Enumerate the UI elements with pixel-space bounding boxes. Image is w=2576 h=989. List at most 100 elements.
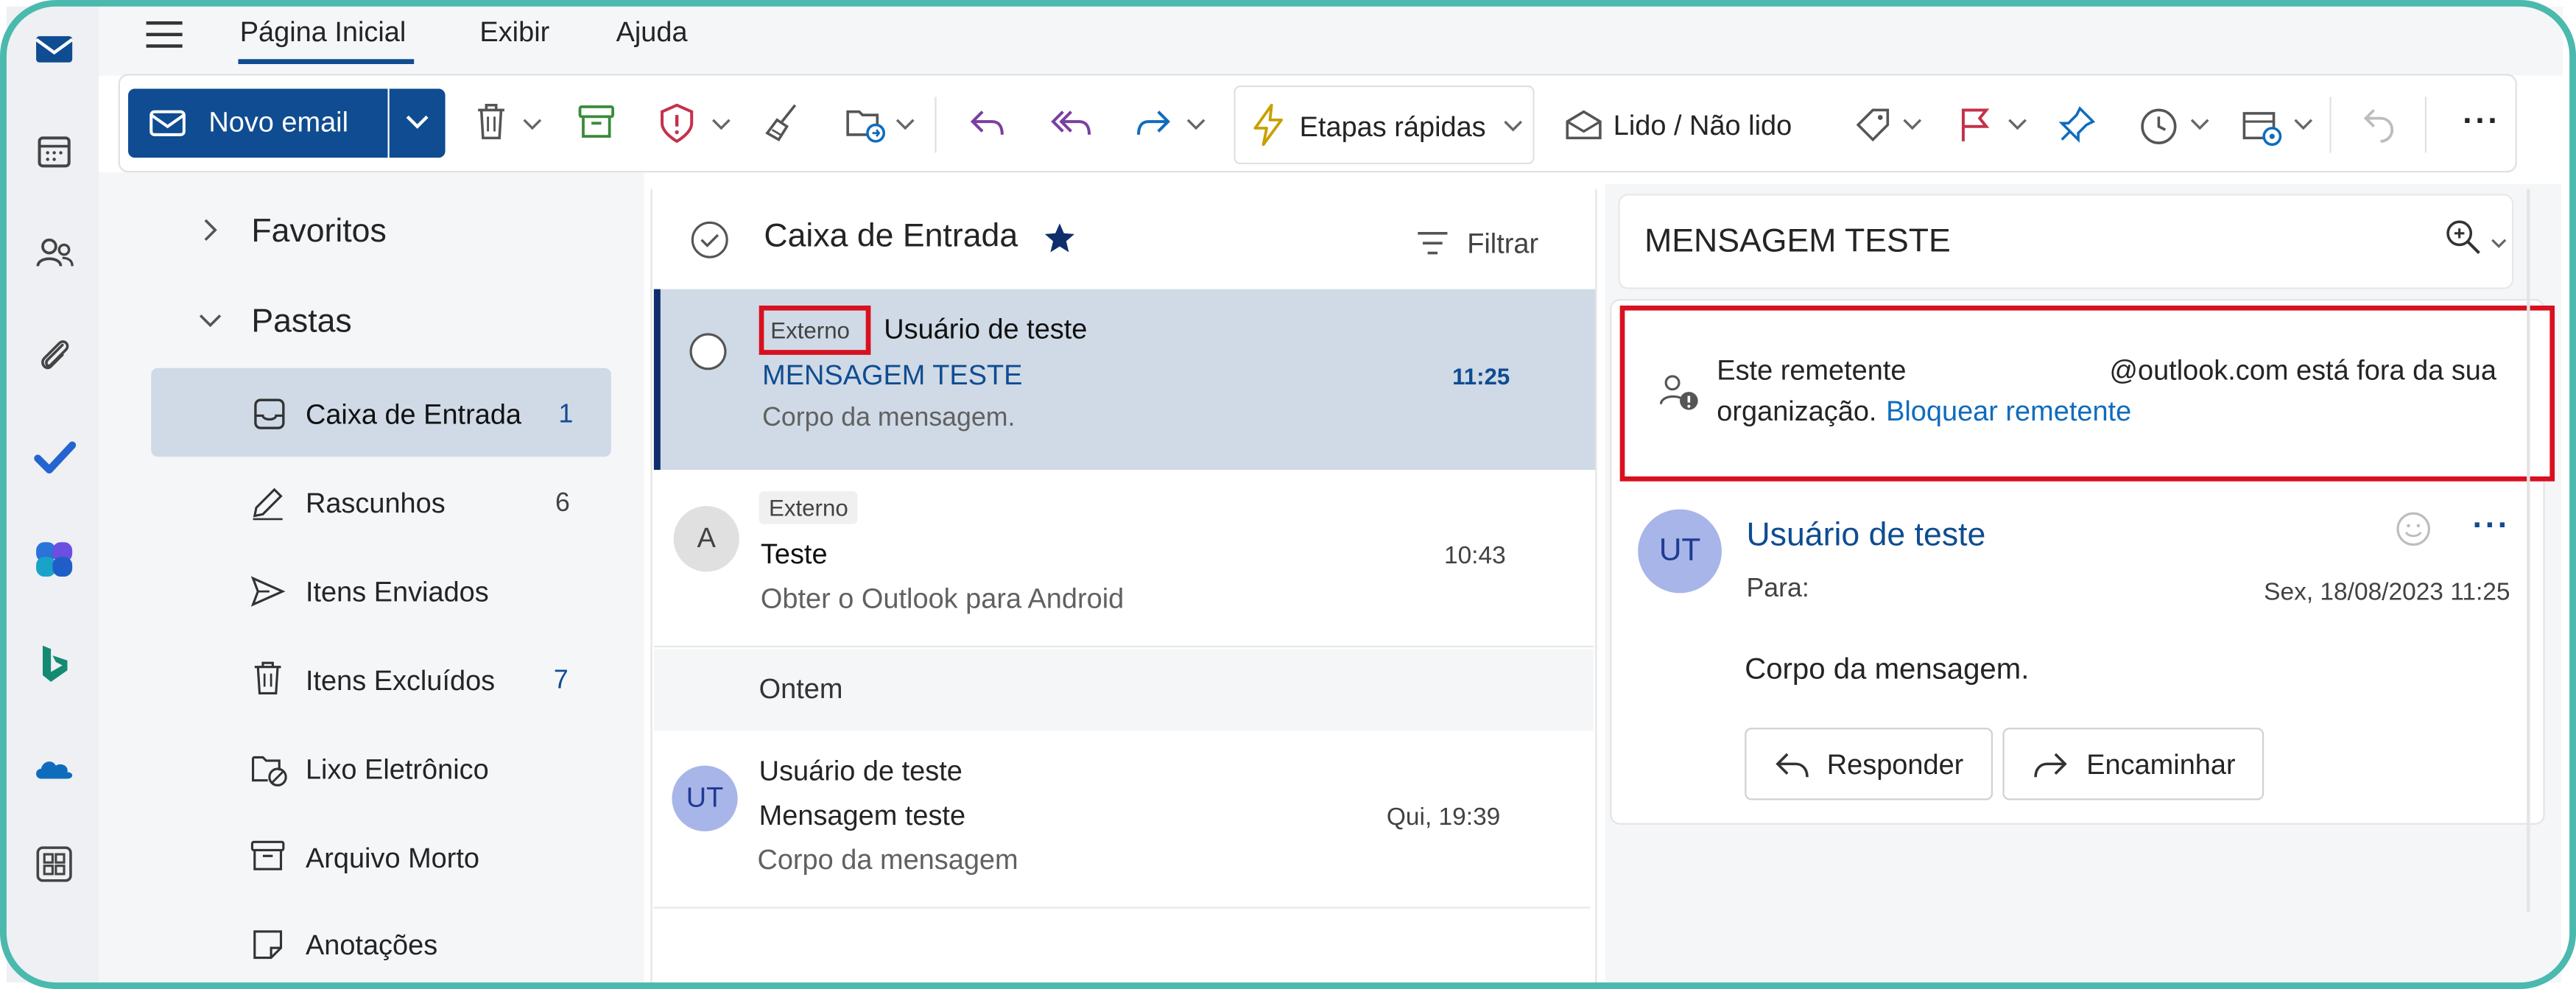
tab-view[interactable]: Exibir (479, 16, 549, 49)
move-chevron-icon[interactable] (895, 119, 915, 132)
tab-home[interactable]: Página Inicial (240, 16, 407, 49)
report-chevron-icon[interactable] (711, 119, 731, 132)
reading-scrollbar[interactable] (2527, 189, 2530, 912)
lightning-icon (1250, 103, 1287, 147)
rules-icon[interactable] (2241, 105, 2284, 148)
snooze-chevron-icon[interactable] (2190, 119, 2210, 132)
sender-avatar: UT (1638, 509, 1722, 594)
message-time: 10:43 (1443, 542, 1506, 571)
forward-icon (2033, 749, 2069, 782)
move-to-folder-icon[interactable] (845, 102, 887, 144)
rules-chevron-icon[interactable] (2293, 119, 2313, 132)
deleted-count: 7 (553, 666, 569, 695)
quick-steps-chevron-icon (1503, 120, 1523, 133)
reading-sender[interactable]: Usuário de teste (1746, 518, 1985, 555)
apps-icon[interactable] (31, 841, 77, 887)
copilot-icon[interactable] (31, 535, 77, 581)
zoom-chevron-icon[interactable] (2491, 238, 2507, 251)
report-shield-icon[interactable] (657, 102, 697, 144)
chevron-down-icon[interactable] (199, 312, 222, 328)
zoom-icon[interactable] (2445, 219, 2481, 255)
sidebar-item-label: Caixa de Entrada (305, 399, 522, 431)
ribbon-divider-2 (2329, 96, 2332, 153)
delete-icon[interactable] (473, 102, 509, 141)
reply-icon (1774, 749, 1810, 782)
filter-icon[interactable] (1416, 230, 1449, 256)
sidebar-item-drafts[interactable]: Rascunhos (306, 488, 446, 521)
sidebar-item-sent[interactable]: Itens Enviados (306, 577, 489, 610)
snooze-clock-icon[interactable] (2139, 107, 2179, 147)
forward-chevron-icon[interactable] (1186, 119, 1206, 132)
sweep-broom-icon[interactable] (762, 102, 802, 144)
hamburger-menu-icon[interactable] (144, 16, 184, 52)
forward-button[interactable]: Encaminhar (2002, 728, 2264, 800)
pin-icon[interactable] (2057, 105, 2097, 145)
more-options-button[interactable]: ··· (2463, 104, 2500, 141)
archive-icon[interactable] (577, 104, 616, 140)
todo-icon[interactable] (31, 434, 77, 479)
sidebar-item-junk[interactable]: Lixo Eletrônico (306, 754, 489, 787)
ribbon-divider (935, 96, 937, 153)
quick-steps-button[interactable]: Etapas rápidas (1234, 85, 1535, 165)
smiley-reaction-icon[interactable] (2396, 511, 2432, 547)
tab-help[interactable]: Ajuda (616, 16, 688, 49)
message-subject: Mensagem teste (759, 800, 966, 831)
drafts-pencil-icon (250, 485, 286, 521)
group-header-label: Ontem (759, 673, 843, 705)
bing-icon[interactable] (31, 641, 77, 686)
paperclip-icon[interactable] (31, 332, 77, 378)
tag-chevron-icon[interactable] (1902, 119, 1922, 132)
new-email-dropdown[interactable] (389, 88, 446, 158)
selected-indicator (653, 289, 661, 471)
mail-icon[interactable] (31, 27, 77, 72)
reply-button[interactable]: Responder (1745, 728, 1993, 800)
people-icon[interactable] (31, 230, 77, 275)
reply-icon[interactable] (968, 105, 1007, 141)
list-title: Caixa de Entrada (764, 218, 1018, 255)
filter-button[interactable]: Filtrar (1467, 228, 1538, 261)
flag-chevron-icon[interactable] (2007, 119, 2027, 132)
trash-icon (251, 661, 284, 697)
favorites-heading[interactable]: Favoritos (251, 214, 386, 251)
new-email-button[interactable]: Novo email (128, 88, 388, 158)
avatar: A (673, 506, 739, 572)
chevron-right-icon[interactable] (202, 219, 218, 242)
read-unread-button[interactable]: Lido / Não lido (1613, 110, 1792, 143)
undo-icon[interactable] (2361, 105, 2397, 145)
to-label: Para: (1746, 574, 1809, 603)
reply-label: Responder (1826, 749, 1964, 781)
avatar: UT (672, 765, 738, 831)
sidebar-item-notes[interactable]: Anotações (306, 930, 437, 963)
favorite-star-icon[interactable] (1044, 222, 1077, 255)
message-more-button[interactable]: ··· (2473, 507, 2510, 545)
ribbon-divider-3 (2424, 96, 2427, 153)
external-warning-banner (1619, 305, 2555, 482)
block-sender-link[interactable]: Bloquear remetente (1886, 396, 2131, 429)
envelope-open-icon[interactable] (1566, 108, 1602, 141)
notes-icon (250, 926, 286, 962)
tag-icon[interactable] (1853, 105, 1893, 145)
external-badge: Externo (759, 491, 859, 524)
reply-all-icon[interactable] (1048, 105, 1094, 141)
drafts-count: 6 (555, 489, 570, 518)
select-all-check-icon[interactable] (690, 220, 730, 260)
archive-folder-icon (250, 840, 286, 873)
quick-steps-label: Etapas rápidas (1299, 111, 1486, 144)
folders-heading[interactable]: Pastas (251, 304, 351, 342)
flag-icon[interactable] (1957, 105, 1993, 145)
send-icon (250, 574, 286, 610)
sidebar-item-deleted[interactable]: Itens Excluídos (306, 666, 495, 699)
onedrive-icon[interactable] (31, 746, 77, 792)
forward-icon[interactable] (1133, 105, 1173, 141)
calendar-icon[interactable] (31, 128, 77, 174)
select-checkbox-icon[interactable] (689, 332, 728, 372)
delete-chevron-icon[interactable] (522, 119, 542, 132)
message-date: Sex, 18/08/2023 11:25 (2264, 578, 2510, 607)
envelope-icon (149, 107, 186, 140)
unread-count: 1 (558, 401, 574, 429)
active-tab-indicator (238, 59, 415, 65)
junk-folder-icon (250, 751, 289, 787)
sidebar-item-archive[interactable]: Arquivo Morto (306, 842, 479, 876)
message-time: Qui, 19:39 (1386, 803, 1501, 831)
app-rail (6, 6, 99, 983)
